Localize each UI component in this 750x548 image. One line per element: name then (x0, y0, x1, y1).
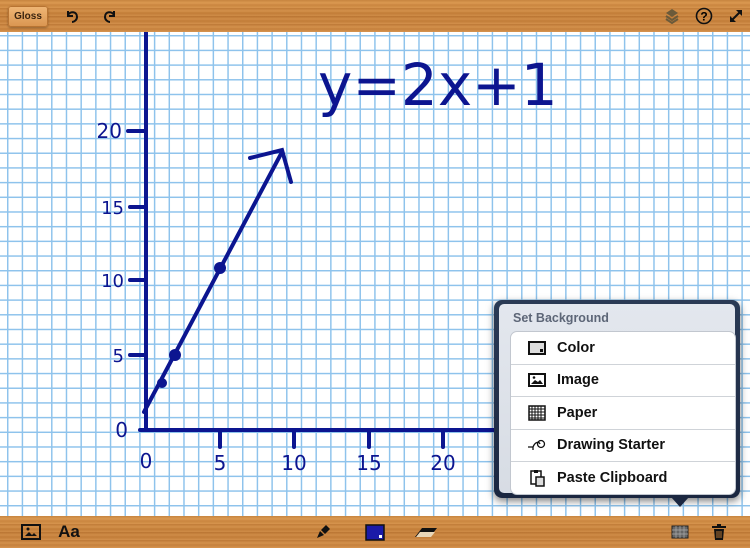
data-point (157, 378, 167, 388)
layers-icon[interactable] (662, 6, 682, 26)
graph-line (142, 150, 284, 414)
x-label: 20 (430, 451, 455, 475)
popover-title: Set Background (513, 311, 609, 325)
trash-icon[interactable] (709, 521, 729, 543)
clipboard-icon (530, 469, 545, 487)
pen-icon[interactable] (313, 522, 333, 542)
y-label: 5 (113, 346, 124, 367)
x-label: 5 (214, 451, 227, 475)
data-point (214, 262, 226, 274)
paper-grid-icon (528, 405, 546, 421)
background-options-list: Color Image Paper Drawing Starter Paste … (510, 331, 736, 495)
menu-item-label: Paste Clipboard (557, 469, 668, 486)
drawing-starter-icon (528, 440, 546, 451)
menu-item-paper[interactable]: Paper (511, 397, 735, 430)
bottom-toolbar: Aa (0, 516, 750, 548)
redo-icon[interactable] (100, 6, 120, 26)
menu-item-label: Paper (557, 404, 598, 421)
x-label: 10 (281, 451, 306, 475)
help-icon[interactable]: ? (694, 6, 714, 26)
expand-icon[interactable] (726, 6, 746, 26)
x-label: 0 (140, 449, 153, 473)
x-label: 15 (356, 451, 381, 475)
menu-item-label: Color (557, 339, 595, 356)
y-label: 15 (101, 198, 124, 219)
popover-arrow (671, 497, 689, 507)
insert-image-icon[interactable] (20, 522, 42, 542)
image-icon (528, 373, 546, 388)
menu-item-paste-clipboard[interactable]: Paste Clipboard (511, 462, 735, 494)
text-tool-button[interactable]: Aa (55, 521, 83, 543)
background-icon[interactable] (668, 522, 692, 542)
equation-text: y=2x+1 (318, 51, 558, 119)
menu-item-drawing-starter[interactable]: Drawing Starter (511, 430, 735, 462)
color-swatch-icon[interactable] (364, 522, 386, 542)
data-point (169, 349, 181, 361)
svg-text:?: ? (700, 10, 707, 24)
menu-item-label: Image (557, 372, 599, 389)
set-background-popover: Set Background Color Image Paper Drawing… (494, 300, 740, 498)
menu-item-label: Drawing Starter (557, 437, 665, 454)
eraser-icon[interactable] (413, 522, 439, 542)
menu-item-image[interactable]: Image (511, 365, 735, 397)
undo-icon[interactable] (62, 6, 82, 26)
top-toolbar: Gloss ? (0, 0, 750, 32)
y-label: 10 (101, 271, 124, 292)
menu-item-color[interactable]: Color (511, 332, 735, 365)
gloss-button[interactable]: Gloss (8, 6, 48, 27)
color-icon (528, 340, 546, 355)
y-label: 0 (115, 418, 128, 442)
y-label: 20 (97, 119, 122, 143)
